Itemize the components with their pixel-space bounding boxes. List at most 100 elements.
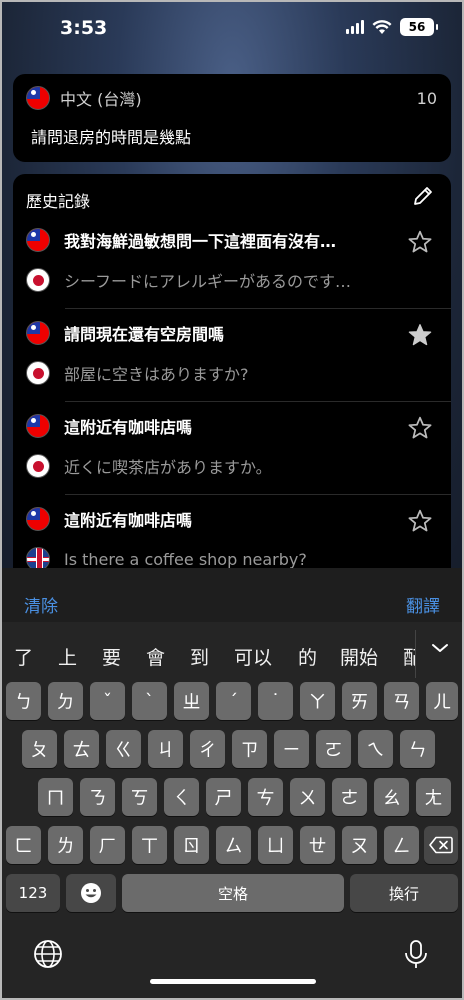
key[interactable]: ㄥ bbox=[384, 826, 419, 864]
action-bar: 清除 翻譯 bbox=[2, 568, 462, 622]
character-count: 10 bbox=[416, 89, 437, 108]
candidate-item[interactable]: 了 bbox=[14, 643, 33, 670]
history-target-row: Is there a coffee shop nearby? bbox=[26, 547, 307, 568]
star-outline-icon[interactable] bbox=[407, 508, 433, 534]
candidate-item[interactable]: 上 bbox=[58, 643, 77, 670]
key[interactable]: ˇ bbox=[90, 682, 125, 720]
candidate-item[interactable]: 的 bbox=[298, 643, 317, 670]
candidate-item[interactable]: 到 bbox=[190, 643, 209, 670]
history-source-text: 請問現在還有空房間嗎 bbox=[64, 325, 225, 344]
key[interactable]: ㄋ bbox=[80, 778, 115, 816]
backspace-icon bbox=[429, 836, 453, 854]
history-source-text: 這附近有咖啡店嗎 bbox=[64, 418, 193, 437]
japan-flag-icon bbox=[26, 268, 50, 292]
cellular-signal-icon bbox=[346, 20, 364, 34]
history-entry[interactable]: 這附近有咖啡店嗎 Is there a coffee shop nearby? bbox=[13, 507, 451, 568]
history-target-text: Is there a coffee shop nearby? bbox=[64, 549, 307, 569]
star-outline-icon[interactable] bbox=[407, 229, 433, 255]
history-entry[interactable]: 我對海鮮過敏想問一下這裡面有沒有… シーフードにアレルギーがあるのです… bbox=[13, 228, 451, 308]
key[interactable]: ㄆ bbox=[22, 730, 57, 768]
key[interactable]: ㄕ bbox=[206, 778, 241, 816]
key[interactable]: ˋ bbox=[132, 682, 167, 720]
key[interactable]: ㄝ bbox=[300, 826, 335, 864]
emoji-key[interactable] bbox=[66, 874, 116, 912]
divider bbox=[65, 494, 451, 495]
translate-button[interactable]: 翻譯 bbox=[406, 592, 440, 617]
key[interactable]: ㄊ bbox=[64, 730, 99, 768]
globe-icon[interactable] bbox=[32, 938, 64, 970]
key[interactable]: ㄨ bbox=[290, 778, 325, 816]
history-entry[interactable]: 請問現在還有空房間嗎 部屋に空きはありますか? bbox=[13, 321, 451, 401]
history-title: 歷史記錄 bbox=[26, 192, 91, 211]
taiwan-flag-icon bbox=[26, 414, 50, 438]
key[interactable]: ㄡ bbox=[342, 826, 377, 864]
key[interactable]: ˊ bbox=[216, 682, 251, 720]
key[interactable]: ㄜ bbox=[332, 778, 367, 816]
key[interactable]: ㄈ bbox=[6, 826, 41, 864]
microphone-icon[interactable] bbox=[400, 938, 432, 970]
source-card[interactable]: 中文 (台灣) 10 請問退房的時間是幾點 bbox=[13, 74, 451, 162]
key[interactable]: ㄌ bbox=[48, 826, 83, 864]
candidate-item[interactable]: 可以 bbox=[234, 643, 272, 670]
history-target-row: 近くに喫茶店がありますか。 bbox=[26, 454, 272, 478]
key[interactable]: ㄗ bbox=[232, 730, 267, 768]
key[interactable]: ㄖ bbox=[174, 826, 209, 864]
key[interactable]: ㄅ bbox=[6, 682, 41, 720]
key[interactable]: ㄔ bbox=[190, 730, 225, 768]
numbers-key[interactable]: 123 bbox=[6, 874, 60, 912]
history-target-text: 部屋に空きはありますか? bbox=[64, 365, 249, 384]
chevron-down-icon[interactable] bbox=[430, 638, 450, 658]
keyboard: 清除 翻譯 了 上 要 會 到 可以 的 開始 配 ㄅ ㄉ ˇ ˋ ㄓ ˊ ˙ … bbox=[2, 568, 462, 998]
candidate-item[interactable]: 開始 bbox=[340, 643, 378, 670]
japan-flag-icon bbox=[26, 454, 50, 478]
edit-pencil-icon[interactable] bbox=[411, 184, 435, 208]
key[interactable]: ㄢ bbox=[384, 682, 419, 720]
key[interactable]: ㄧ bbox=[274, 730, 309, 768]
status-time: 3:53 bbox=[60, 17, 108, 39]
key[interactable]: ㄣ bbox=[400, 730, 435, 768]
clear-button[interactable]: 清除 bbox=[24, 592, 58, 617]
key[interactable]: ㄘ bbox=[248, 778, 283, 816]
status-icons: 56 bbox=[346, 18, 438, 36]
key[interactable]: ㄙ bbox=[216, 826, 251, 864]
source-text-input[interactable]: 請問退房的時間是幾點 bbox=[31, 124, 191, 148]
key[interactable]: ㄞ bbox=[342, 682, 377, 720]
key[interactable]: ㄏ bbox=[90, 826, 125, 864]
return-key[interactable]: 換行 bbox=[350, 874, 458, 912]
key[interactable]: ㄚ bbox=[300, 682, 335, 720]
key[interactable]: ㄤ bbox=[416, 778, 451, 816]
source-language-selector[interactable]: 中文 (台灣) bbox=[26, 86, 142, 110]
key[interactable]: ㄑ bbox=[164, 778, 199, 816]
candidate-item[interactable]: 配 bbox=[403, 643, 415, 670]
key[interactable]: ㄟ bbox=[358, 730, 393, 768]
key[interactable]: ㄇ bbox=[38, 778, 73, 816]
history-target-text: 近くに喫茶店がありますか。 bbox=[64, 458, 272, 477]
history-entry[interactable]: 這附近有咖啡店嗎 近くに喫茶店がありますか。 bbox=[13, 414, 451, 494]
key[interactable]: ㄓ bbox=[174, 682, 209, 720]
key[interactable]: ㄠ bbox=[374, 778, 409, 816]
key[interactable]: ˙ bbox=[258, 682, 293, 720]
taiwan-flag-icon bbox=[26, 321, 50, 345]
key[interactable]: ㄎ bbox=[122, 778, 157, 816]
star-outline-icon[interactable] bbox=[407, 415, 433, 441]
key[interactable]: ㄦ bbox=[426, 682, 458, 720]
key[interactable]: ㄒ bbox=[132, 826, 167, 864]
japan-flag-icon bbox=[26, 361, 50, 385]
uk-flag-icon bbox=[26, 547, 50, 568]
candidate-item[interactable]: 會 bbox=[146, 643, 165, 670]
key[interactable]: ㄉ bbox=[48, 682, 83, 720]
divider bbox=[65, 401, 451, 402]
candidate-item[interactable]: 要 bbox=[102, 643, 121, 670]
key[interactable]: ㄍ bbox=[106, 730, 141, 768]
history-target-text: シーフードにアレルギーがあるのです… bbox=[64, 272, 352, 291]
emoji-icon bbox=[81, 883, 101, 903]
key[interactable]: ㄛ bbox=[316, 730, 351, 768]
history-source-row: 這附近有咖啡店嗎 bbox=[26, 414, 192, 438]
divider bbox=[65, 308, 451, 309]
star-filled-icon[interactable] bbox=[407, 322, 433, 348]
delete-key[interactable] bbox=[424, 826, 458, 864]
key[interactable]: ㄩ bbox=[258, 826, 293, 864]
space-key[interactable]: 空格 bbox=[122, 874, 344, 912]
key[interactable]: ㄐ bbox=[148, 730, 183, 768]
battery-indicator: 56 bbox=[400, 18, 438, 36]
